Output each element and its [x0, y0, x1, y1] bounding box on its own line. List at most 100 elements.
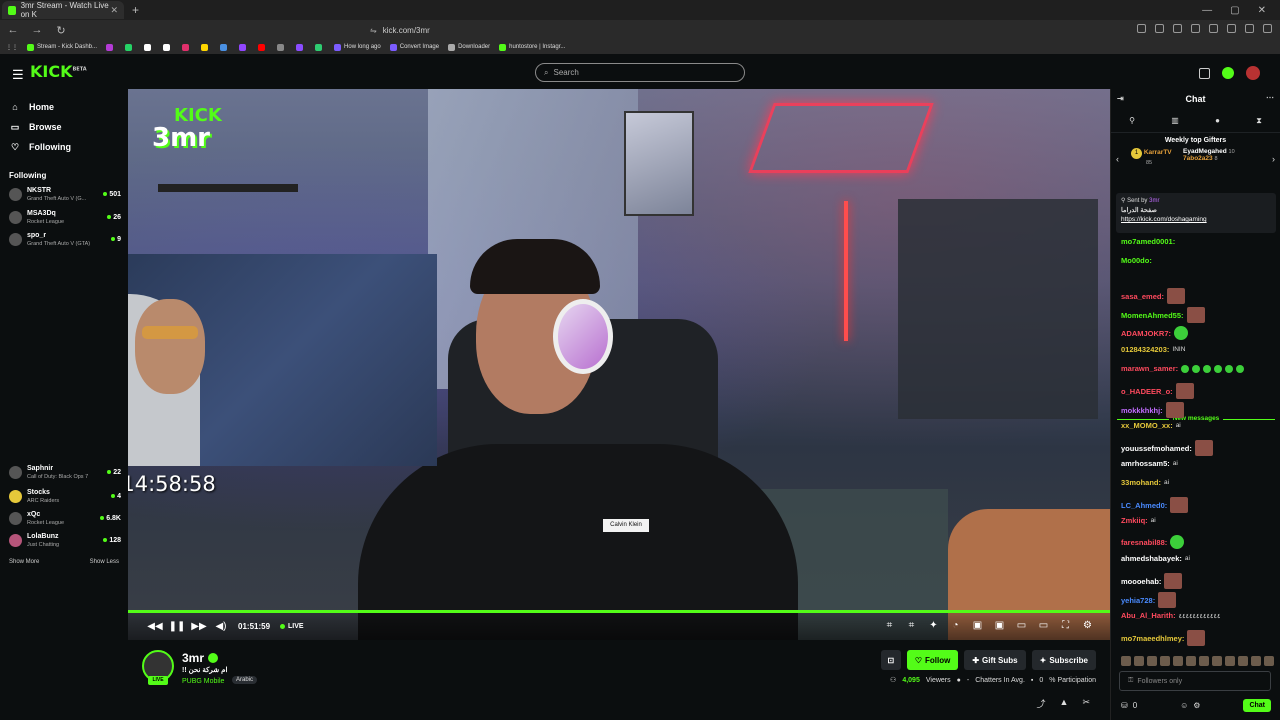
gift-subs-button[interactable]: ✚ Gift Subs — [964, 650, 1026, 670]
kick-points-icon[interactable] — [1222, 67, 1234, 79]
chat-message[interactable]: Abu_Al_Harith: ٤٤٤٤٤٤٤٤٤٤٤٤ — [1121, 611, 1221, 620]
theater-icon[interactable] — [1199, 67, 1210, 79]
chat-message[interactable]: ahmedshabayek: ai — [1121, 554, 1190, 563]
fast-forward-icon[interactable]: ▶▶ — [188, 621, 210, 632]
stream-category[interactable]: PUBG Mobile — [182, 678, 224, 685]
chat-settings-icon[interactable]: ⚙ — [1193, 701, 1200, 710]
bookmark-item[interactable] — [277, 43, 287, 51]
bookmark-item[interactable] — [296, 43, 306, 51]
theater-mode-icon[interactable]: ▣ — [971, 620, 984, 633]
maximize-icon[interactable]: ▢ — [1230, 5, 1239, 16]
followed-channel[interactable]: spo_r Grand Theft Auto V (GTA) 9 — [9, 228, 121, 250]
rewind-icon[interactable]: ◀◀ — [144, 621, 166, 632]
followed-channel[interactable]: MSA3Dq Rocket League 26 — [9, 206, 121, 228]
show-less-link[interactable]: Show Less — [90, 559, 119, 565]
live-indicator[interactable]: LIVE — [280, 623, 304, 630]
gifter-item[interactable]: EyadMegahed 10 7abo2a23 8 — [1183, 148, 1235, 162]
followed-channel[interactable]: NKSTR Grand Theft Auto V (G... 501 — [9, 183, 121, 205]
search-input[interactable]: ⌕ Search — [535, 63, 745, 82]
follow-button[interactable]: ♡ Follow — [906, 650, 959, 670]
bookmark-item[interactable] — [182, 43, 192, 51]
extension-icon[interactable] — [1227, 24, 1236, 33]
menu-icon[interactable] — [1263, 24, 1272, 33]
forward-icon[interactable]: → — [30, 24, 44, 36]
clip-feature-icon[interactable]: ✂ — [1082, 697, 1090, 710]
chat-message[interactable]: faresnabil88: — [1121, 535, 1185, 549]
collapse-chat-icon[interactable]: ⇥ — [1117, 94, 1124, 103]
report-icon[interactable]: ▲ — [1060, 697, 1069, 710]
gifter-item[interactable]: 1 KarrarTV 85 — [1131, 148, 1172, 166]
channel-name[interactable]: 3mr — [182, 651, 219, 665]
chat-bubble-icon[interactable]: ● — [1215, 116, 1220, 125]
share-icon[interactable]: ⤴ — [1037, 697, 1046, 710]
browser-tab[interactable]: 3mr Stream - Watch Live on K ✕ — [2, 1, 124, 19]
sidebar-item-browse[interactable]: ▭ Browse — [10, 117, 117, 137]
chat-message[interactable]: ADAMJOKR7: — [1121, 326, 1189, 340]
extension-icon[interactable] — [1137, 24, 1146, 33]
emote[interactable] — [1251, 656, 1261, 666]
hourglass-icon[interactable]: ⧗ — [1256, 116, 1262, 126]
pinned-link[interactable]: https://kick.com/doshagaming — [1121, 216, 1271, 223]
bookmark-item[interactable] — [106, 43, 116, 51]
fullscreen-icon[interactable]: ⛶ — [1059, 620, 1072, 633]
back-icon[interactable]: ← — [6, 24, 20, 36]
bookmark-item[interactable] — [315, 43, 325, 51]
sidebar-item-following[interactable]: ♡ Following — [10, 137, 117, 157]
emote[interactable] — [1264, 656, 1274, 666]
bookmark-item[interactable]: huntostore | Instagr... — [499, 43, 565, 51]
followed-channel[interactable]: Saphnir Call of Duty: Black Ops 7 22 — [9, 461, 121, 483]
bookmark-item[interactable]: Downloader — [448, 43, 490, 51]
extension-icon[interactable] — [1173, 24, 1182, 33]
chat-message[interactable]: mo7amed0001: — [1121, 237, 1175, 246]
trash-icon[interactable]: ▥ — [1171, 116, 1179, 125]
chat-message[interactable]: sasa_emed: — [1121, 288, 1185, 304]
crop-icon[interactable]: ⌗ — [905, 620, 918, 633]
show-more-link[interactable]: Show More — [9, 559, 39, 565]
pip-icon[interactable]: ▣ — [993, 620, 1006, 633]
language-tag[interactable]: Arabic — [232, 676, 258, 684]
chat-message[interactable]: moooehab: — [1121, 573, 1183, 589]
sidebar-item-home[interactable]: ⌂ Home — [10, 97, 117, 117]
pinned-message[interactable]: ⚲ Sent by 3mr صفحة الدراما https://kick.… — [1116, 193, 1276, 233]
new-tab-icon[interactable]: + — [132, 3, 139, 17]
bookmark-item[interactable] — [125, 43, 135, 51]
window-close-icon[interactable]: ✕ — [1258, 5, 1266, 16]
bookmark-item[interactable] — [163, 43, 173, 51]
chat-message[interactable]: LC_Ahmed0: — [1121, 497, 1189, 513]
tab-close-icon[interactable]: ✕ — [110, 5, 118, 16]
notification-button[interactable]: ⊡ — [880, 650, 901, 670]
sparkle-icon[interactable]: ✦ — [927, 620, 940, 633]
bookmark-item[interactable]: Stream - Kick Dashb... — [27, 43, 97, 51]
followed-channel[interactable]: LolaBunz Just Chatting 128 — [9, 529, 121, 551]
emote[interactable] — [1212, 656, 1222, 666]
emote[interactable] — [1238, 656, 1248, 666]
emote-picker-icon[interactable]: ☺ — [1180, 701, 1188, 710]
bookmark-item[interactable]: Convert Image — [389, 43, 439, 51]
points-icon[interactable]: ⛁ — [1121, 701, 1128, 710]
chat-send-button[interactable]: Chat — [1243, 698, 1271, 712]
extension-icon[interactable] — [1191, 24, 1200, 33]
video-player[interactable]: Calvin Klein KICK 3mr 214:58:58 ◀◀ ❚❚ ▶▶… — [128, 89, 1110, 640]
emote[interactable] — [1186, 656, 1196, 666]
chat-message[interactable]: yehia728: — [1121, 592, 1177, 608]
followed-channel[interactable]: xQc Rocket League 6.8K — [9, 507, 121, 529]
miniplayer-icon[interactable]: ▭ — [1037, 620, 1050, 633]
followed-channel[interactable]: Stocks ARC Raiders 4 — [9, 485, 121, 507]
chat-message[interactable]: MomenAhmed55: — [1121, 307, 1205, 323]
menu-icon[interactable]: ☰ — [12, 67, 24, 83]
bookmark-item[interactable] — [201, 43, 211, 51]
chevron-right-icon[interactable]: › — [1272, 154, 1275, 164]
extension-icon[interactable] — [1155, 24, 1164, 33]
user-avatar[interactable] — [1246, 66, 1260, 80]
minimize-icon[interactable]: — — [1202, 5, 1212, 16]
pin-icon[interactable]: ⚲ — [1129, 116, 1135, 125]
chat-message[interactable]: o_HADEER_o: — [1121, 383, 1194, 399]
extension-icon[interactable] — [1209, 24, 1218, 33]
emote[interactable] — [1147, 656, 1157, 666]
emote[interactable] — [1225, 656, 1235, 666]
reload-icon[interactable]: ↻ — [54, 24, 68, 37]
pause-icon[interactable]: ❚❚ — [166, 621, 188, 632]
chat-more-icon[interactable]: ⋯ — [1266, 93, 1274, 102]
address-bar[interactable]: ⇋ kick.com/3mr — [370, 23, 910, 37]
chat-message[interactable]: marawn_samer: — [1121, 364, 1245, 373]
